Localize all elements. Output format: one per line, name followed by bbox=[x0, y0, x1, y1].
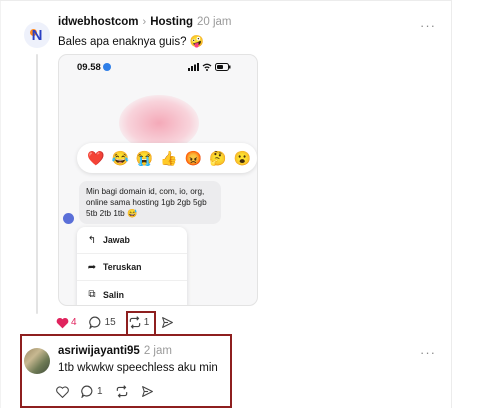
share-button[interactable] bbox=[161, 316, 174, 329]
reply-text: 1tb wkwkw speechless aku min bbox=[58, 362, 218, 374]
repost-highlight-box bbox=[126, 311, 156, 336]
like-button[interactable]: 4 bbox=[56, 317, 77, 329]
share-icon bbox=[162, 317, 174, 328]
message-context-menu: ↰ Jawab ➦ Teruskan ⧉ Salin bbox=[77, 227, 187, 305]
menu-item-copy: ⧉ Salin bbox=[77, 281, 187, 305]
comment-icon bbox=[81, 385, 93, 398]
community-link[interactable]: Hosting bbox=[150, 16, 193, 28]
post-actions: 4 15 1 bbox=[56, 316, 186, 329]
post-header: idwebhostcom › Hosting 20 jam bbox=[58, 16, 232, 28]
battery-icon bbox=[215, 63, 231, 71]
signal-icon bbox=[188, 63, 199, 71]
share-icon bbox=[141, 386, 153, 397]
repost-icon bbox=[116, 385, 127, 398]
menu-item-reply: ↰ Jawab bbox=[77, 227, 187, 254]
copy-icon: ⧉ bbox=[88, 289, 96, 300]
idwebhost-logo-icon: N bbox=[31, 26, 43, 44]
chevron-right-icon: › bbox=[142, 16, 147, 28]
like-count: 4 bbox=[71, 317, 77, 328]
reply-avatar[interactable] bbox=[24, 348, 50, 374]
menu-item-label: Jawab bbox=[103, 235, 130, 245]
reply-timestamp: 2 jam bbox=[143, 345, 172, 357]
chat-avatar bbox=[63, 213, 74, 224]
cry-reaction-icon: 😭 bbox=[135, 149, 154, 166]
reply-more-options-icon[interactable]: ··· bbox=[420, 345, 436, 360]
thread-line bbox=[36, 54, 38, 314]
wifi-icon bbox=[202, 63, 212, 71]
menu-item-forward: ➦ Teruskan bbox=[77, 254, 187, 281]
reaction-picker: ❤️ 😂 😭 👍 😡 🤔 😮 bbox=[77, 143, 257, 173]
post-text: Bales apa enaknya guis? 🤪 bbox=[58, 36, 205, 48]
comment-count: 15 bbox=[104, 317, 116, 328]
reply-icon: ↰ bbox=[87, 234, 97, 246]
post-username[interactable]: idwebhostcom bbox=[58, 16, 139, 28]
phone-status-bar: 09.58 bbox=[59, 55, 257, 79]
surprised-reaction-icon: 😮 bbox=[233, 149, 252, 166]
reply-like-button[interactable] bbox=[56, 385, 69, 398]
laugh-reaction-icon: 😂 bbox=[111, 149, 129, 166]
menu-item-label: Teruskan bbox=[103, 262, 142, 272]
reply-header: asriwijayanti95 2 jam bbox=[58, 345, 172, 357]
heart-outline-icon bbox=[56, 385, 69, 398]
comment-icon bbox=[88, 316, 100, 329]
reply-comment-button[interactable]: 1 bbox=[81, 385, 103, 398]
more-options-icon[interactable]: ··· bbox=[420, 18, 436, 33]
avatar[interactable]: N bbox=[24, 22, 50, 48]
heart-reaction-icon: ❤️ bbox=[87, 149, 105, 166]
forward-icon: ➦ bbox=[87, 261, 97, 273]
post-timestamp: 20 jam bbox=[197, 16, 232, 28]
reply-actions: 1 bbox=[56, 385, 166, 398]
verified-badge-icon bbox=[102, 62, 111, 71]
phone-system-icons bbox=[188, 63, 231, 71]
chat-message: Min bagi domain id, com, io, org, online… bbox=[79, 181, 221, 225]
angry-reaction-icon: 😡 bbox=[184, 149, 203, 166]
heart-filled-icon bbox=[56, 317, 69, 328]
thumbs-up-reaction-icon: 👍 bbox=[160, 149, 178, 166]
post-image[interactable]: 09.58 ❤️ 😂 😭 👍 😡 🤔 😮 Min bagi domain id,… bbox=[58, 54, 258, 306]
reply-comment-count: 1 bbox=[97, 386, 103, 397]
menu-item-label: Salin bbox=[103, 289, 125, 300]
reply-share-button[interactable] bbox=[141, 385, 154, 398]
phone-time: 09.58 bbox=[77, 61, 101, 73]
comment-button[interactable]: 15 bbox=[88, 316, 116, 329]
reply-username[interactable]: asriwijayanti95 bbox=[58, 345, 140, 357]
reply-repost-button[interactable] bbox=[115, 385, 129, 398]
top-divider bbox=[0, 0, 452, 1]
thinking-reaction-icon: 🤔 bbox=[209, 149, 227, 166]
